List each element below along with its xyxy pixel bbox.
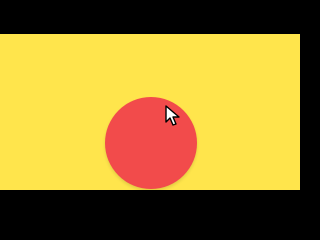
red-circle-button[interactable] (105, 97, 197, 189)
video-frame (0, 0, 300, 226)
stage (0, 34, 300, 190)
letterbox-top (0, 0, 300, 34)
letterbox-bottom (0, 190, 300, 226)
